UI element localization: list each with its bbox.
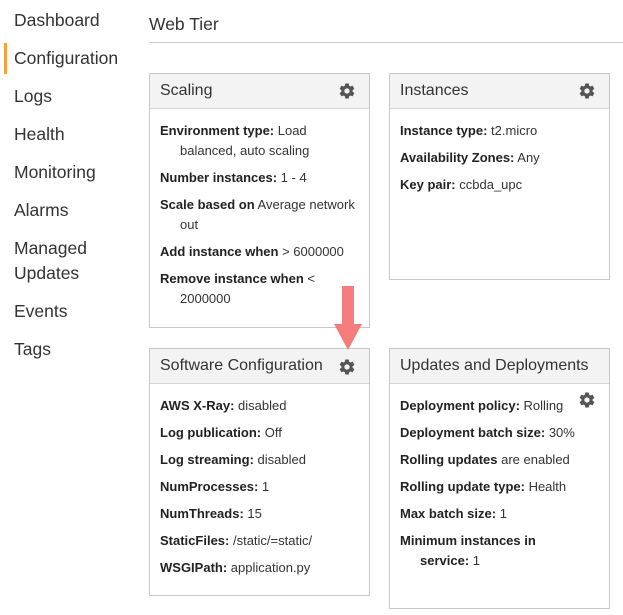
- setting-value: t2.micro: [487, 123, 538, 138]
- setting-row: Max batch size: 1: [400, 504, 575, 524]
- setting-row: Log publication: Off: [160, 423, 359, 443]
- setting-row: Key pair: ccbda_upc: [400, 175, 599, 195]
- setting-key: Remove instance when: [160, 271, 304, 286]
- setting-row: Deployment policy: Rolling: [400, 396, 575, 416]
- setting-value: Rolling: [519, 398, 564, 413]
- setting-value: /static/=static/: [229, 533, 313, 548]
- setting-key: Max batch size:: [400, 506, 497, 521]
- setting-key: Deployment policy:: [400, 398, 520, 413]
- instances-panel-header: Instances: [390, 74, 609, 109]
- setting-key: Instance type:: [400, 123, 488, 138]
- sidebar-item-dashboard[interactable]: Dashboard: [0, 8, 100, 33]
- updates-deployments-panel-header: Updates and Deployments: [390, 349, 609, 384]
- setting-value: Health: [524, 479, 567, 494]
- setting-key: Log streaming:: [160, 452, 254, 467]
- setting-row: Minimum instances in service: 1: [400, 531, 575, 571]
- instances-panel-body: Instance type: t2.micro Availability Zon…: [390, 109, 609, 195]
- setting-key: Environment type:: [160, 123, 275, 138]
- software-configuration-panel-title: Software Configuration: [160, 357, 323, 374]
- setting-value: 1: [496, 506, 507, 521]
- setting-row: NumProcesses: 1: [160, 477, 359, 497]
- gear-icon[interactable]: [338, 358, 356, 376]
- setting-key: Deployment batch size:: [400, 425, 546, 440]
- setting-value: 1: [469, 553, 480, 568]
- title-divider: [149, 42, 623, 43]
- gear-icon[interactable]: [578, 82, 596, 100]
- sidebar-item-health[interactable]: Health: [0, 122, 65, 147]
- setting-row: Remove instance when < 2000000: [160, 269, 359, 309]
- setting-key: Rolling updates: [400, 452, 498, 467]
- setting-value: ccbda_upc: [455, 177, 523, 192]
- scaling-panel-header: Scaling: [150, 74, 369, 109]
- setting-row: Scale based on Average network out: [160, 195, 359, 235]
- sidebar-item-tags[interactable]: Tags: [0, 337, 51, 362]
- setting-row: WSGIPath: application.py: [160, 558, 359, 578]
- setting-row: Environment type: Load balanced, auto sc…: [160, 121, 359, 161]
- setting-key: Add instance when: [160, 244, 279, 259]
- setting-value: Any: [514, 150, 540, 165]
- setting-value: disabled: [234, 398, 287, 413]
- scaling-panel-title: Scaling: [160, 82, 213, 99]
- software-configuration-panel: Software Configuration AWS X-Ray: disabl…: [149, 348, 370, 596]
- setting-row: Add instance when > 6000000: [160, 242, 359, 262]
- sidebar-item-logs[interactable]: Logs: [0, 84, 52, 109]
- setting-value: 30%: [545, 425, 575, 440]
- updates-deployments-panel: Updates and Deployments Deployment polic…: [389, 348, 610, 609]
- setting-key: WSGIPath:: [160, 560, 228, 575]
- setting-key: Minimum instances in service:: [400, 533, 536, 568]
- setting-row: StaticFiles: /static/=static/: [160, 531, 359, 551]
- page-title: Web Tier: [149, 14, 219, 34]
- sidebar-item-alarms[interactable]: Alarms: [0, 198, 68, 223]
- gear-icon[interactable]: [578, 391, 596, 409]
- setting-value: 1 - 4: [277, 170, 307, 185]
- setting-row: Rolling update type: Health: [400, 477, 575, 497]
- instances-panel: Instances Instance type: t2.micro Availa…: [389, 73, 610, 280]
- sidebar-item-monitoring[interactable]: Monitoring: [0, 160, 96, 185]
- setting-key: Log publication:: [160, 425, 262, 440]
- setting-value: disabled: [253, 452, 306, 467]
- setting-value: Off: [261, 425, 282, 440]
- sidebar-item-events[interactable]: Events: [0, 299, 68, 324]
- gear-icon[interactable]: [338, 82, 356, 100]
- setting-row: NumThreads: 15: [160, 504, 359, 524]
- sidebar-item-configuration[interactable]: Configuration: [0, 43, 118, 74]
- setting-row: Number instances: 1 - 4: [160, 168, 359, 188]
- down-arrow-icon: [334, 286, 362, 350]
- setting-key: NumProcesses:: [160, 479, 259, 494]
- setting-row: Instance type: t2.micro: [400, 121, 599, 141]
- setting-key: StaticFiles:: [160, 533, 230, 548]
- setting-row: Availability Zones: Any: [400, 148, 599, 168]
- setting-key: NumThreads:: [160, 506, 244, 521]
- setting-key: Key pair:: [400, 177, 456, 192]
- setting-row: AWS X-Ray: disabled: [160, 396, 359, 416]
- instances-panel-title: Instances: [400, 82, 469, 99]
- software-configuration-panel-body: AWS X-Ray: disabled Log publication: Off…: [150, 384, 369, 578]
- setting-value: > 6000000: [278, 244, 344, 259]
- setting-value: are enabled: [497, 452, 570, 467]
- setting-value: 1: [258, 479, 270, 494]
- setting-key: Scale based on: [160, 197, 255, 212]
- sidebar-item-managed-updates[interactable]: Managed Updates: [0, 236, 114, 286]
- setting-row: Deployment batch size: 30%: [400, 423, 575, 443]
- setting-row: Rolling updates are enabled: [400, 450, 575, 470]
- setting-value: 15: [243, 506, 262, 521]
- setting-key: AWS X-Ray:: [160, 398, 235, 413]
- setting-row: Log streaming: disabled: [160, 450, 359, 470]
- setting-value: application.py: [227, 560, 311, 575]
- setting-key: Availability Zones:: [400, 150, 515, 165]
- setting-key: Number instances:: [160, 170, 278, 185]
- scaling-panel-body: Environment type: Load balanced, auto sc…: [150, 109, 369, 309]
- setting-key: Rolling update type:: [400, 479, 525, 494]
- updates-deployments-panel-body: Deployment policy: Rolling Deployment ba…: [390, 384, 609, 571]
- updates-deployments-panel-title: Updates and Deployments: [400, 357, 589, 374]
- software-configuration-panel-header: Software Configuration: [150, 349, 369, 384]
